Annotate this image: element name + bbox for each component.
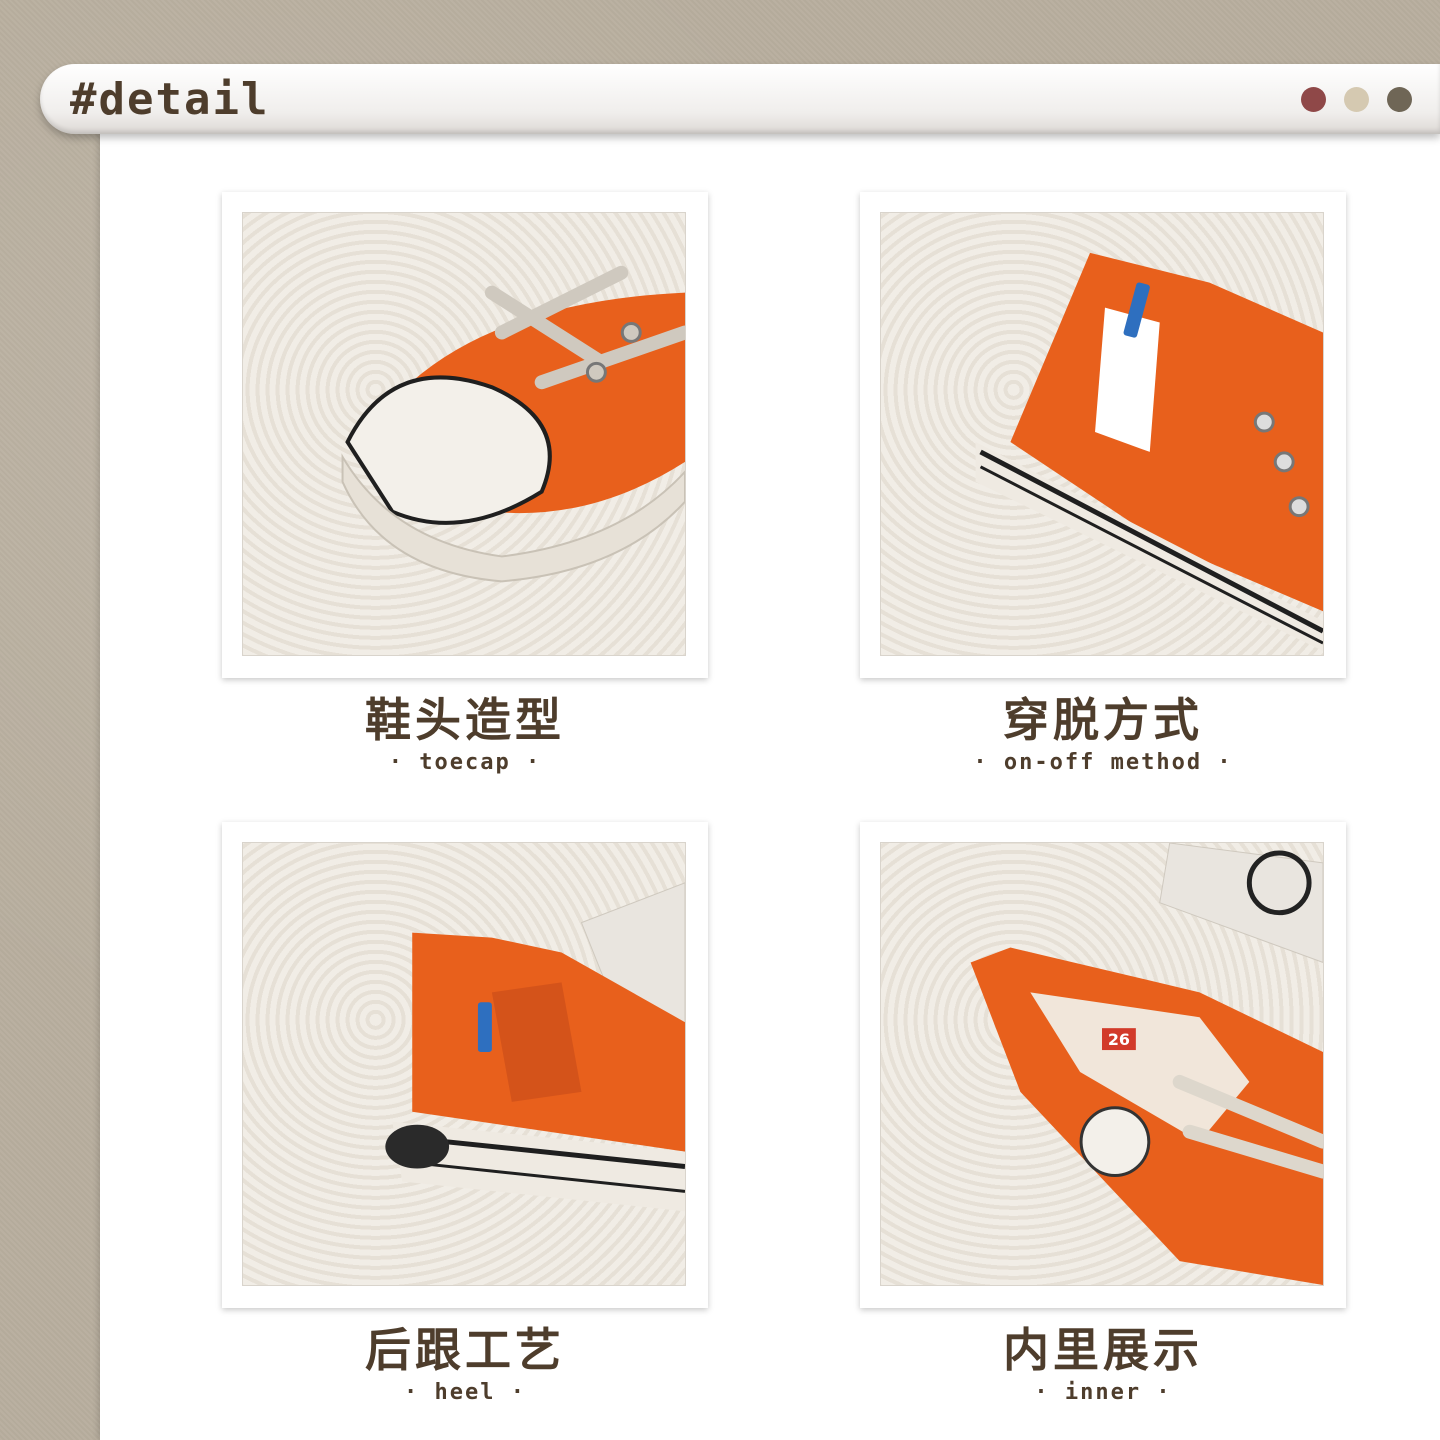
caption-heel: 后跟工艺 · heel · xyxy=(222,1322,708,1405)
dot-red xyxy=(1301,87,1326,112)
size-label: 26 xyxy=(1108,1030,1130,1049)
caption-heel-zh: 后跟工艺 xyxy=(365,1323,565,1377)
photo-card-heel xyxy=(222,822,708,1308)
caption-inner: 内里展示 · inner · xyxy=(860,1322,1346,1405)
photo-card-on-off xyxy=(860,192,1346,678)
dot-beige xyxy=(1344,87,1369,112)
photo-inner: 26 xyxy=(880,842,1324,1286)
caption-heel-en: · heel · xyxy=(404,1380,526,1405)
caption-on-off-zh: 穿脱方式 xyxy=(1003,693,1203,747)
title-bar: #detail xyxy=(40,64,1440,134)
caption-toecap-zh: 鞋头造型 xyxy=(365,693,565,747)
caption-inner-en: · inner · xyxy=(1034,1380,1172,1405)
photo-heel xyxy=(242,842,686,1286)
page-title: #detail xyxy=(70,74,270,125)
photo-card-toecap xyxy=(222,192,708,678)
photo-toecap xyxy=(242,212,686,656)
caption-on-off-en: · on-off method · xyxy=(973,750,1233,775)
photo-card-inner: 26 xyxy=(860,822,1346,1308)
caption-inner-zh: 内里展示 xyxy=(1003,1323,1203,1377)
caption-toecap-en: · toecap · xyxy=(388,750,542,775)
dot-olive xyxy=(1387,87,1412,112)
window-dots xyxy=(1301,87,1412,112)
photo-on-off xyxy=(880,212,1324,656)
caption-toecap: 鞋头造型 · toecap · xyxy=(222,692,708,775)
caption-on-off: 穿脱方式 · on-off method · xyxy=(860,692,1346,775)
